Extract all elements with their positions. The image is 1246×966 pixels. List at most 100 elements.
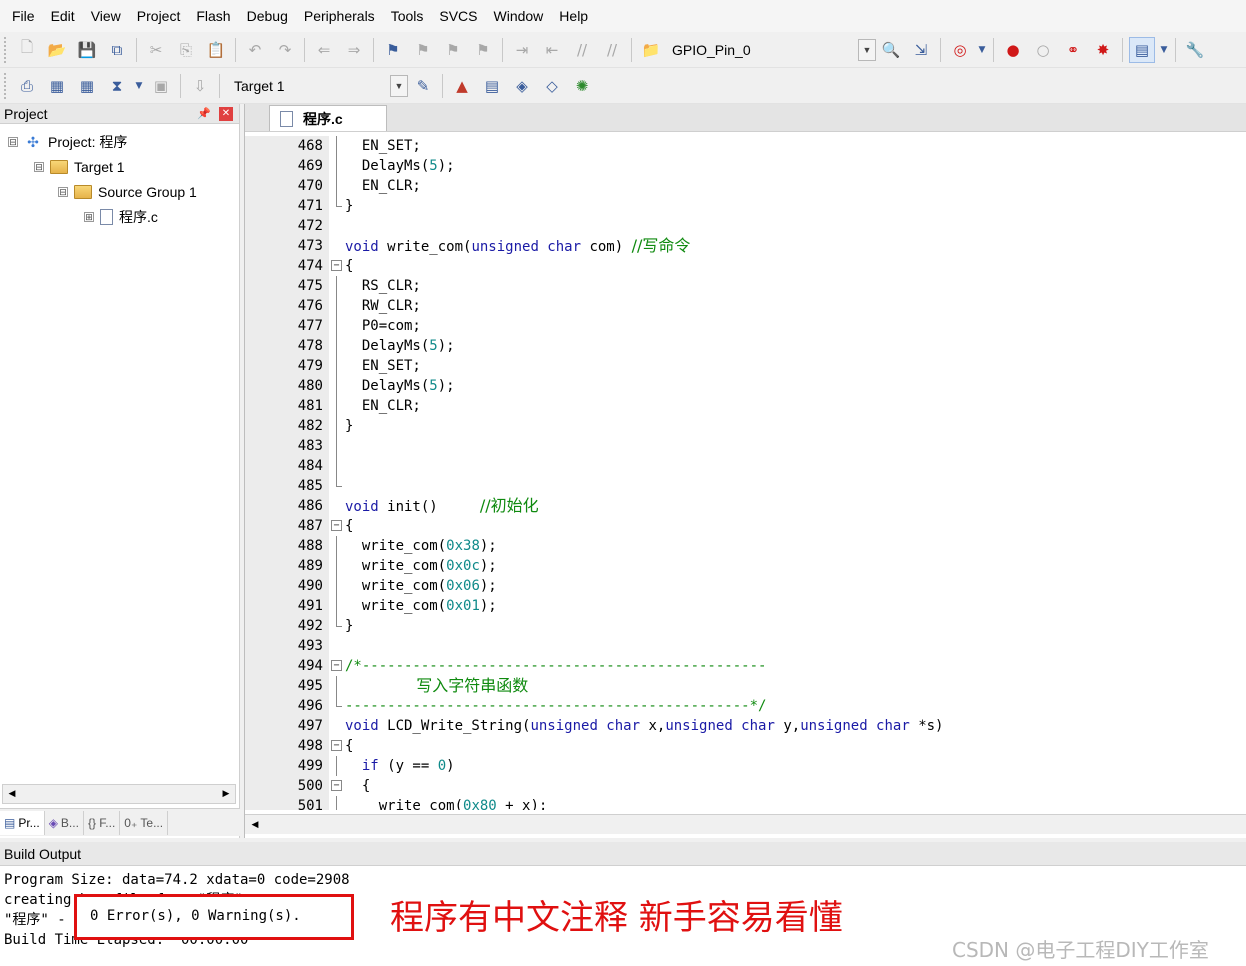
toolbar-grip[interactable]: [4, 72, 8, 99]
next-bookmark-icon[interactable]: ⚑: [440, 37, 466, 63]
code-line[interactable]: 468 EN_SET;: [245, 136, 1246, 156]
disable-all-breakpoints-icon[interactable]: ⚭: [1060, 37, 1086, 63]
fold-marker[interactable]: −: [331, 776, 343, 796]
code-line[interactable]: 488 write_com(0x38);: [245, 536, 1246, 556]
target-combo[interactable]: Target 1 ▼: [228, 74, 408, 98]
manage-components-icon[interactable]: ▤: [479, 73, 505, 99]
fold-marker[interactable]: −: [331, 516, 343, 536]
collapse-icon[interactable]: −: [331, 520, 342, 531]
fold-marker[interactable]: −: [331, 656, 343, 676]
code-line[interactable]: 495 写入字符串函数: [245, 676, 1246, 696]
dropdown-arrow-icon[interactable]: ▼: [977, 37, 987, 63]
disable-breakpoint-icon[interactable]: ○: [1030, 37, 1056, 63]
menu-edit[interactable]: Edit: [43, 0, 83, 32]
code-line[interactable]: 490 write_com(0x06);: [245, 576, 1246, 596]
scroll-left-icon[interactable]: ◀: [3, 785, 21, 803]
save-icon[interactable]: 💾: [74, 37, 100, 63]
fold-marker[interactable]: −: [331, 256, 343, 276]
nav-back-icon[interactable]: ⇐: [311, 37, 337, 63]
chevron-down-icon[interactable]: ▼: [858, 38, 876, 61]
menu-debug[interactable]: Debug: [239, 0, 296, 32]
scroll-right-icon[interactable]: ▶: [217, 785, 235, 803]
incremental-find-icon[interactable]: ⇲: [908, 37, 934, 63]
code-line[interactable]: 479 EN_SET;: [245, 356, 1246, 376]
code-line[interactable]: 487−{: [245, 516, 1246, 536]
build-icon[interactable]: ▦: [44, 73, 70, 99]
code-line[interactable]: 485: [245, 476, 1246, 496]
code-line[interactable]: 480 DelayMs(5);: [245, 376, 1246, 396]
dropdown-arrow-icon[interactable]: ▼: [134, 73, 144, 99]
paste-icon[interactable]: 📋: [203, 37, 229, 63]
collapse-icon[interactable]: ⊟: [8, 137, 18, 147]
menu-window[interactable]: Window: [486, 0, 552, 32]
collapse-icon[interactable]: −: [331, 780, 342, 791]
uncomment-icon[interactable]: //: [599, 37, 625, 63]
code-line[interactable]: 477 P0=com;: [245, 316, 1246, 336]
nav-forward-icon[interactable]: ⇒: [341, 37, 367, 63]
code-line[interactable]: 501 write_com(0x80 + x);: [245, 796, 1246, 810]
fold-marker[interactable]: −: [331, 736, 343, 756]
code-line[interactable]: 498−{: [245, 736, 1246, 756]
find-combo[interactable]: GPIO_Pin_0 ▼: [666, 38, 876, 62]
open-file-icon[interactable]: 📂: [44, 37, 70, 63]
collapse-icon[interactable]: ⊟: [34, 162, 44, 172]
find-icon[interactable]: 🔍: [878, 37, 904, 63]
window-layout-icon[interactable]: ▤: [1129, 36, 1155, 63]
copy-icon[interactable]: ⎘: [173, 37, 199, 63]
tree-item-source-group[interactable]: ⊟ Source Group 1: [58, 180, 197, 204]
breakpoint-icon[interactable]: ●: [1000, 37, 1026, 63]
cut-icon[interactable]: ✂: [143, 37, 169, 63]
bookmark-icon[interactable]: ⚑: [380, 37, 406, 63]
tab-functions[interactable]: {} F...: [84, 810, 121, 835]
dropdown-arrow-icon[interactable]: ▼: [1159, 37, 1169, 63]
pack-installer-icon[interactable]: ◇: [539, 73, 565, 99]
tab-project[interactable]: ▤ Pr...: [0, 810, 45, 835]
code-line[interactable]: 474−{: [245, 256, 1246, 276]
code-line[interactable]: 469 DelayMs(5);: [245, 156, 1246, 176]
clear-bookmarks-icon[interactable]: ⚑: [470, 37, 496, 63]
tree-item-target[interactable]: ⊟ Target 1: [34, 155, 125, 179]
code-line[interactable]: 500− {: [245, 776, 1246, 796]
code-line[interactable]: 478 DelayMs(5);: [245, 336, 1246, 356]
code-line[interactable]: 496 -------------------------------------…: [245, 696, 1246, 716]
code-line[interactable]: 476 RW_CLR;: [245, 296, 1246, 316]
code-line[interactable]: 497 void LCD_Write_String(unsigned char x…: [245, 716, 1246, 736]
file-extensions-icon[interactable]: ▲: [449, 73, 475, 99]
target-options-icon[interactable]: ✎: [410, 73, 436, 99]
debug-session-icon[interactable]: ◎: [947, 37, 973, 63]
collapse-icon[interactable]: −: [331, 740, 342, 751]
code-area[interactable]: 468 EN_SET; 469 DelayMs(5); 470 EN_CLR; 471…: [245, 136, 1246, 810]
menu-tools[interactable]: Tools: [383, 0, 432, 32]
code-line[interactable]: 482}: [245, 416, 1246, 436]
code-line[interactable]: 499 if (y == 0): [245, 756, 1246, 776]
expand-icon[interactable]: ⊞: [84, 212, 94, 222]
code-line[interactable]: 473 void write_com(unsigned char com) //写…: [245, 236, 1246, 256]
menu-flash[interactable]: Flash: [188, 0, 238, 32]
code-line[interactable]: 491 write_com(0x01);: [245, 596, 1246, 616]
collapse-icon[interactable]: −: [331, 660, 342, 671]
indent-icon[interactable]: ⇥: [509, 37, 535, 63]
code-line[interactable]: 471}: [245, 196, 1246, 216]
run-time-environment-icon[interactable]: ✺: [569, 73, 595, 99]
close-icon[interactable]: ✕: [219, 106, 233, 121]
download-icon[interactable]: ⇩: [187, 73, 213, 99]
save-all-icon[interactable]: ⧉: [104, 37, 130, 63]
menu-peripherals[interactable]: Peripherals: [296, 0, 383, 32]
code-line[interactable]: 481 EN_CLR;: [245, 396, 1246, 416]
unindent-icon[interactable]: ⇤: [539, 37, 565, 63]
code-line[interactable]: 472: [245, 216, 1246, 236]
rebuild-icon[interactable]: ▦: [74, 73, 100, 99]
pin-icon[interactable]: 📌: [197, 107, 211, 120]
undo-icon[interactable]: ↶: [242, 37, 268, 63]
stop-build-icon[interactable]: ▣: [148, 73, 174, 99]
tab-books[interactable]: ◈ B...: [45, 810, 84, 835]
code-line[interactable]: 494−/*----------------------------------…: [245, 656, 1246, 676]
translate-icon[interactable]: ⎙: [14, 73, 40, 99]
editor-tab-file[interactable]: 程序.c: [269, 105, 387, 131]
find-in-files-icon[interactable]: 📁: [638, 37, 664, 63]
code-line[interactable]: 493: [245, 636, 1246, 656]
tab-templates[interactable]: 0₊ Te...: [120, 810, 169, 835]
project-horizontal-scrollbar[interactable]: ◀ ▶: [2, 784, 236, 804]
menu-file[interactable]: File: [4, 0, 43, 32]
configure-wrench-icon[interactable]: 🔧: [1182, 37, 1208, 63]
